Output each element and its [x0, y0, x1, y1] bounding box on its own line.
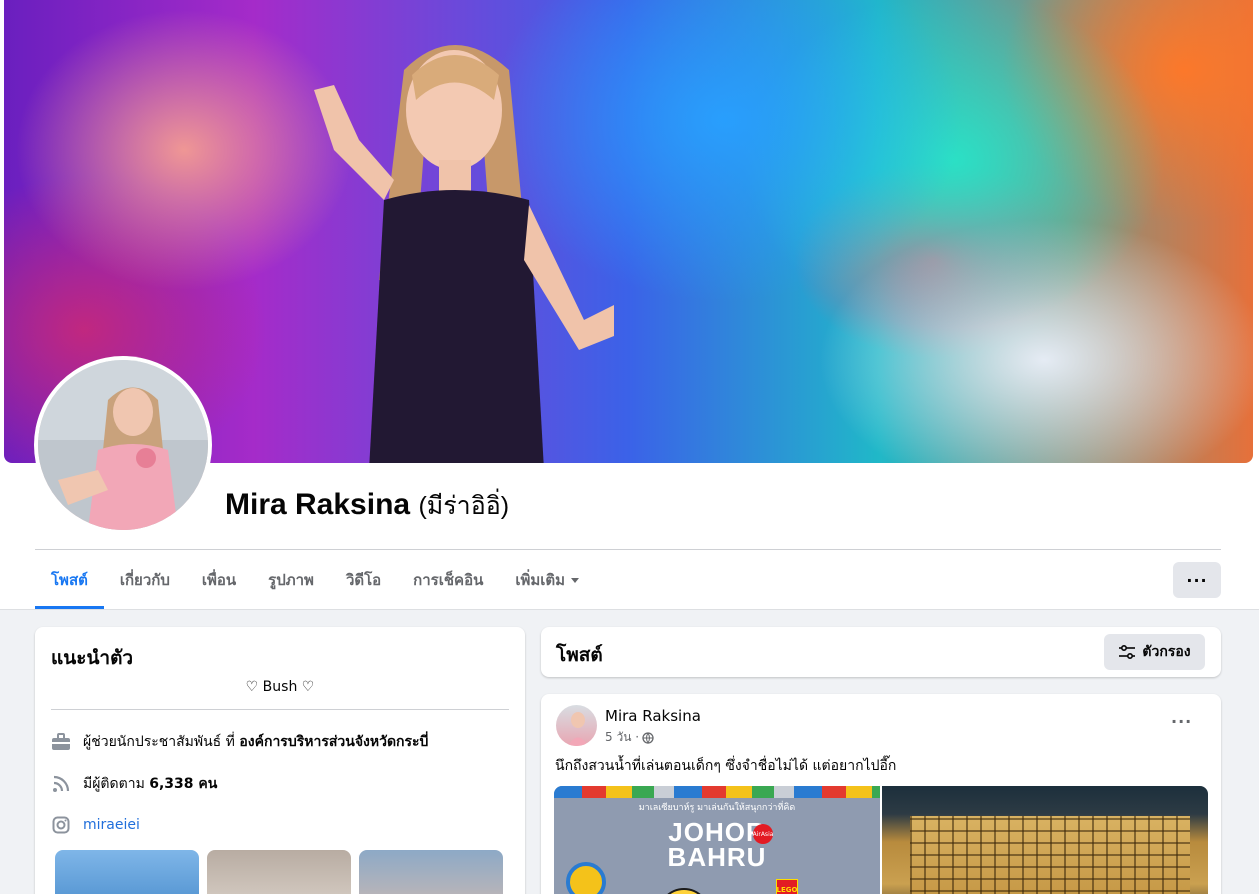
airasia-logo: AirAsia — [753, 824, 773, 844]
lego-shelves — [910, 816, 1190, 894]
intro-photo-2[interactable] — [207, 850, 351, 894]
post-images: มาเลเซียบาห์รู มาเล่นกันให้สนุกกว่าที่คิ… — [554, 786, 1208, 894]
nav-divider — [35, 549, 1221, 550]
profile-name: Mira Raksina (มีร่าอิอิ่) — [225, 486, 509, 526]
instagram-link[interactable]: miraeiei — [83, 817, 140, 833]
johor-title: JOHOR BAHRU — [554, 819, 880, 872]
intro-photos — [55, 850, 503, 894]
johor-subtitle: มาเลเซียบาห์รู มาเล่นกันให้สนุกกว่าที่คิ… — [638, 803, 796, 813]
post-author-name[interactable]: Mira Raksina — [605, 707, 701, 725]
lego-brick-strip — [554, 786, 880, 798]
briefcase-icon — [51, 732, 71, 752]
intro-work-row: ผู้ช่วยนักประชาสัมพันธ์ ที่ องค์การบริหา… — [51, 731, 428, 753]
intro-photo-3[interactable] — [359, 850, 503, 894]
filter-button[interactable]: ตัวกรอง — [1104, 634, 1205, 670]
post-image-shelves[interactable] — [882, 786, 1208, 894]
filter-label: ตัวกรอง — [1142, 644, 1191, 660]
avatar-figure — [38, 360, 208, 530]
tab-posts[interactable]: โพสต์ — [35, 551, 104, 609]
tab-friends[interactable]: เพื่อน — [186, 551, 252, 609]
tab-videos[interactable]: วิดีโอ — [330, 551, 397, 609]
johor-title-line2: BAHRU — [667, 842, 767, 872]
intro-work-org[interactable]: องค์การบริหารส่วนจังหวัดกระบี่ — [239, 731, 428, 753]
caret-down-icon — [571, 577, 580, 583]
intro-instagram-row: miraeiei — [51, 815, 140, 835]
rss-icon — [51, 774, 71, 794]
tab-about[interactable]: เกี่ยวกับ — [104, 551, 186, 609]
tab-more-label: เพิ่มเติม — [515, 571, 566, 589]
post-image-johor[interactable]: มาเลเซียบาห์รู มาเล่นกันให้สนุกกว่าที่คิ… — [554, 786, 880, 894]
intro-bio: ♡ Bush ♡ — [245, 679, 315, 695]
profile-name-main: Mira Raksina — [225, 488, 411, 521]
decor-circle — [566, 862, 606, 894]
tab-photos[interactable]: รูปภาพ — [252, 551, 330, 609]
tab-checkins[interactable]: การเช็คอิน — [397, 551, 499, 609]
filter-sliders-icon — [1119, 644, 1136, 660]
tab-more[interactable]: เพิ่มเติม — [499, 551, 595, 609]
intro-photo-1[interactable] — [55, 850, 199, 894]
intro-followers-row: มีผู้ติดตาม 6,338 คน — [51, 773, 217, 795]
post-text: นึกถึงสวนน้ำที่เล่นตอนเด็กๆ ซึ่งจำชื่อไม… — [555, 758, 897, 774]
globe-icon — [642, 731, 654, 744]
instagram-icon — [51, 815, 71, 835]
posts-title: โพสต์ — [556, 644, 603, 666]
intro-followers-prefix: มีผู้ติดตาม — [83, 776, 145, 792]
intro-followers-count: 6,338 คน — [149, 776, 218, 792]
intro-title: แนะนำตัว — [51, 647, 134, 669]
cover-person-figure — [314, 45, 614, 463]
intro-divider — [51, 709, 509, 710]
profile-tabs: โพสต์ เกี่ยวกับ เพื่อน รูปภาพ วิดีโอ การ… — [35, 551, 595, 609]
profile-options-button[interactable]: ··· — [1173, 562, 1221, 598]
post-card: Mira Raksina 5 วัน · ··· นึกถึงสวนน้ำที่… — [541, 694, 1221, 894]
post-options-button[interactable]: ··· — [1171, 712, 1192, 731]
intro-card: แนะนำตัว ♡ Bush ♡ ผู้ช่วยนักประชาสัมพันธ… — [35, 627, 525, 894]
intro-work-prefix: ผู้ช่วยนักประชาสัมพันธ์ ที่ — [83, 734, 235, 750]
profile-avatar[interactable] — [38, 360, 208, 530]
post-avatar-figure — [568, 712, 588, 746]
post-author-avatar[interactable] — [556, 705, 597, 746]
lego-logo: LEGO — [776, 879, 798, 894]
profile-alt-name: (มีร่าอิอิ่) — [418, 492, 510, 520]
post-time[interactable]: 5 วัน · — [605, 728, 639, 747]
posts-header-card: โพสต์ ตัวกรอง — [541, 627, 1221, 677]
sun-graphic — [667, 888, 701, 894]
post-meta: 5 วัน · — [605, 728, 654, 747]
